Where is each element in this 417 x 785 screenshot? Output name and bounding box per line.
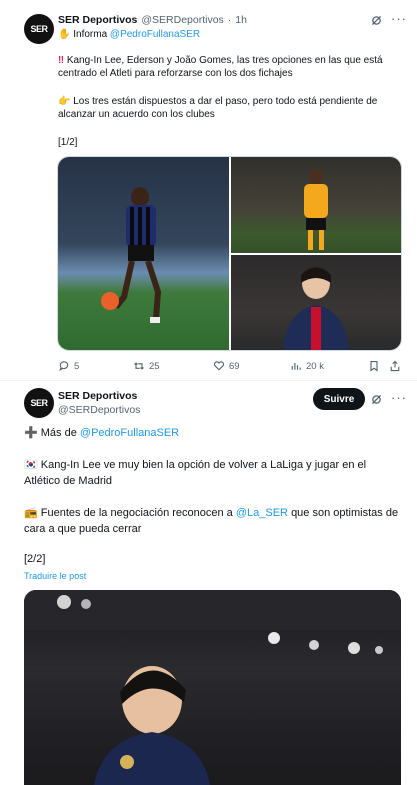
tweet2-para2: 📻 Fuentes de la negociación reconocen a …: [24, 505, 399, 537]
mention-link[interactable]: @La_SER: [236, 507, 288, 519]
separator-dot: ·: [227, 14, 232, 26]
share-icon: [390, 360, 400, 372]
para1-text: Kang-In Lee, Ederson y João Gomes, las t…: [58, 55, 383, 79]
tweet2-line1: ➕ Más de @PedroFullanaSER: [24, 426, 179, 440]
views-button[interactable]: 20 k: [290, 360, 324, 372]
translate-link[interactable]: Traduire le post: [24, 571, 86, 581]
more-icon[interactable]: ···: [391, 11, 407, 26]
tweet2-para1: 🇰🇷 Kang-In Lee ve muy bien la opción de …: [24, 457, 396, 489]
player-illustration-2: [304, 169, 328, 250]
retweet-count: 25: [149, 360, 160, 372]
reply-button[interactable]: 5: [58, 360, 79, 372]
author-name[interactable]: SER Deportivos: [58, 390, 140, 402]
avatar[interactable]: SER: [24, 388, 54, 418]
korea-flag-icon: 🇰🇷: [24, 459, 38, 471]
media-image-3[interactable]: [231, 255, 401, 350]
tweet-para2: 👉 Los tres están dispuestos a dar el pas…: [58, 95, 398, 121]
hand-emoji-icon: ✋: [58, 29, 71, 40]
media-image-1[interactable]: [58, 157, 229, 350]
player-illustration-3: [283, 267, 349, 350]
analytics-icon: [291, 363, 301, 370]
page-indicator: [2/2]: [24, 553, 46, 565]
mention-link[interactable]: @PedroFullanaSER: [110, 29, 200, 40]
media-grid: [57, 156, 402, 351]
para1-text: Kang-In Lee ve muy bien la opción de vol…: [24, 459, 367, 487]
tweet2-header: SER Deportivos @SERDeportivos: [58, 390, 140, 416]
mention-link[interactable]: @PedroFullanaSER: [80, 427, 179, 439]
grok-icon[interactable]: [370, 14, 383, 32]
grok-icon[interactable]: [370, 393, 383, 411]
reply-count: 5: [74, 360, 80, 372]
double-exclamation-icon: ‼: [58, 55, 65, 66]
follow-button[interactable]: Suivre: [313, 388, 365, 410]
line1-prefix: Informa: [73, 29, 108, 40]
para2-prefix: Fuentes de la negociación reconocen a: [40, 507, 233, 519]
pointing-hand-icon: 👉: [58, 96, 71, 107]
avatar[interactable]: SER: [24, 14, 54, 44]
bookmark-button[interactable]: [368, 360, 380, 372]
para2-text: Los tres están dispuestos a dar el paso,…: [58, 96, 378, 120]
plus-icon: ➕: [24, 427, 38, 439]
views-count: 20 k: [306, 360, 324, 372]
tweet-para1: ‼ Kang-In Lee, Ederson y João Gomes, las…: [58, 54, 398, 80]
retweet-icon: [134, 362, 144, 370]
timestamp[interactable]: 1h: [235, 14, 247, 26]
author-handle[interactable]: @SERDeportivos: [58, 404, 140, 416]
player-illustration-4: [24, 590, 401, 785]
line1-prefix: Más de: [40, 427, 77, 439]
bookmark-icon: [370, 360, 378, 372]
page-indicator: [1/2]: [58, 137, 78, 148]
media-image-4[interactable]: [24, 590, 401, 785]
share-button[interactable]: [389, 360, 401, 372]
like-count: 69: [229, 360, 240, 372]
retweet-button[interactable]: 25: [133, 360, 160, 372]
heart-icon: [213, 361, 225, 371]
more-icon[interactable]: ···: [391, 390, 407, 405]
like-button[interactable]: 69: [213, 360, 240, 372]
divider: [0, 380, 417, 381]
author-handle[interactable]: @SERDeportivos: [141, 14, 223, 26]
player-illustration-1: [101, 187, 162, 323]
author-name[interactable]: SER Deportivos: [58, 14, 137, 26]
tweet-header: SER Deportivos @SERDeportivos · 1h: [58, 14, 247, 26]
radio-icon: 📻: [24, 507, 38, 519]
tweet-line1: ✋ Informa @PedroFullanaSER: [58, 28, 200, 41]
reply-icon: [59, 361, 69, 372]
media-image-2[interactable]: [231, 157, 401, 253]
